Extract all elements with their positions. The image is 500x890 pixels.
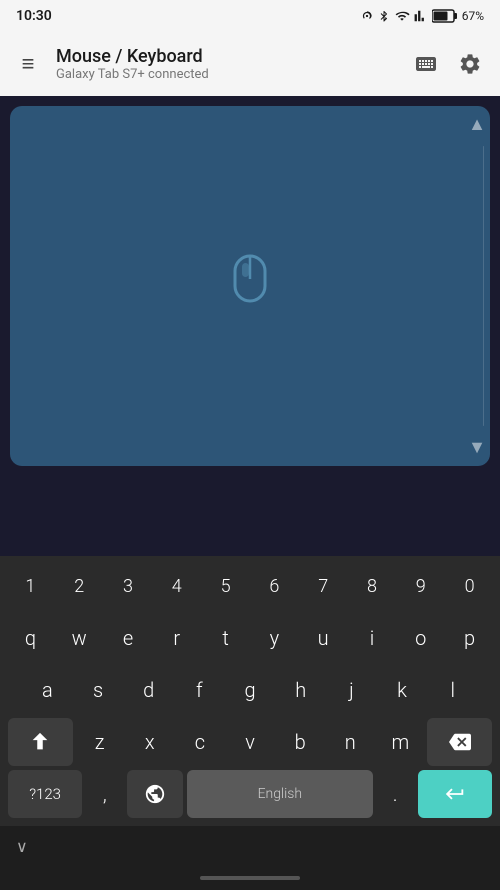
enter-key[interactable] [418,770,492,818]
bottom-row: ?123 , English . [0,770,500,818]
settings-button[interactable] [452,46,488,82]
key-e[interactable]: e [106,614,151,662]
key-s[interactable]: s [75,666,122,714]
status-bar: 10:30 67% [0,0,500,32]
key-6[interactable]: 6 [252,562,297,610]
asdf-row: a s d f g h j k l [0,666,500,714]
key-v[interactable]: v [227,718,273,766]
home-bar [0,866,500,890]
app-title: Mouse / Keyboard [56,46,396,67]
key-3[interactable]: 3 [106,562,151,610]
period-key[interactable]: . [377,770,414,818]
key-j[interactable]: j [328,666,375,714]
key-c[interactable]: c [177,718,223,766]
zxcv-row: z x c v b n m [0,718,500,766]
chevron-down-key[interactable]: ∨ [16,837,28,856]
globe-key[interactable] [127,770,183,818]
wifi-icon [394,9,410,23]
status-time: 10:30 [16,8,52,24]
comma-key[interactable]: , [86,770,123,818]
number-row: 1 2 3 4 5 6 7 8 9 0 [0,562,500,610]
key-n[interactable]: n [327,718,373,766]
key-o[interactable]: o [398,614,443,662]
key-b[interactable]: b [277,718,323,766]
menu-button[interactable]: ≡ [12,51,44,77]
battery-icon [432,9,458,23]
symbols-key[interactable]: ?123 [8,770,82,818]
key-1[interactable]: 1 [8,562,53,610]
key-x[interactable]: x [127,718,173,766]
key-f[interactable]: f [176,666,223,714]
key-7[interactable]: 7 [301,562,346,610]
scroll-down-arrow[interactable]: ▼ [468,437,486,458]
key-r[interactable]: r [154,614,199,662]
backspace-key[interactable] [427,718,492,766]
scroll-up-arrow[interactable]: ▲ [468,114,486,135]
app-subtitle: Galaxy Tab S7+ connected [56,67,396,82]
mouse-icon [225,251,275,321]
touchpad-area[interactable]: ▲ ▼ [10,106,490,466]
fingerprint-icon [360,9,374,23]
key-4[interactable]: 4 [154,562,199,610]
key-u[interactable]: u [301,614,346,662]
key-9[interactable]: 9 [398,562,443,610]
bluetooth-icon [378,9,390,23]
key-l[interactable]: l [429,666,476,714]
status-icons: 67% [360,9,484,23]
gesture-bar: ∨ [0,826,500,866]
app-bar-actions [408,46,488,82]
battery-percent: 67% [462,9,484,23]
qwerty-row: q w e r t y u i o p [0,614,500,662]
key-8[interactable]: 8 [350,562,395,610]
key-h[interactable]: h [277,666,324,714]
home-indicator [200,876,300,880]
signal-icon [414,9,428,23]
scroll-divider [483,146,485,426]
key-d[interactable]: d [125,666,172,714]
key-m[interactable]: m [377,718,423,766]
key-i[interactable]: i [350,614,395,662]
key-k[interactable]: k [379,666,426,714]
key-2[interactable]: 2 [57,562,102,610]
key-p[interactable]: p [447,614,492,662]
keyboard-area: 1 2 3 4 5 6 7 8 9 0 q w e r t y u i o p … [0,556,500,890]
app-bar-title-group: Mouse / Keyboard Galaxy Tab S7+ connecte… [56,46,396,82]
key-z[interactable]: z [77,718,123,766]
app-bar: ≡ Mouse / Keyboard Galaxy Tab S7+ connec… [0,32,500,96]
keyboard-button[interactable] [408,46,444,82]
shift-key[interactable] [8,718,73,766]
key-5[interactable]: 5 [203,562,248,610]
key-w[interactable]: w [57,614,102,662]
key-a[interactable]: a [24,666,71,714]
key-q[interactable]: q [8,614,53,662]
key-0[interactable]: 0 [447,562,492,610]
key-y[interactable]: y [252,614,297,662]
key-t[interactable]: t [203,614,248,662]
key-g[interactable]: g [227,666,274,714]
space-key[interactable]: English [187,770,373,818]
